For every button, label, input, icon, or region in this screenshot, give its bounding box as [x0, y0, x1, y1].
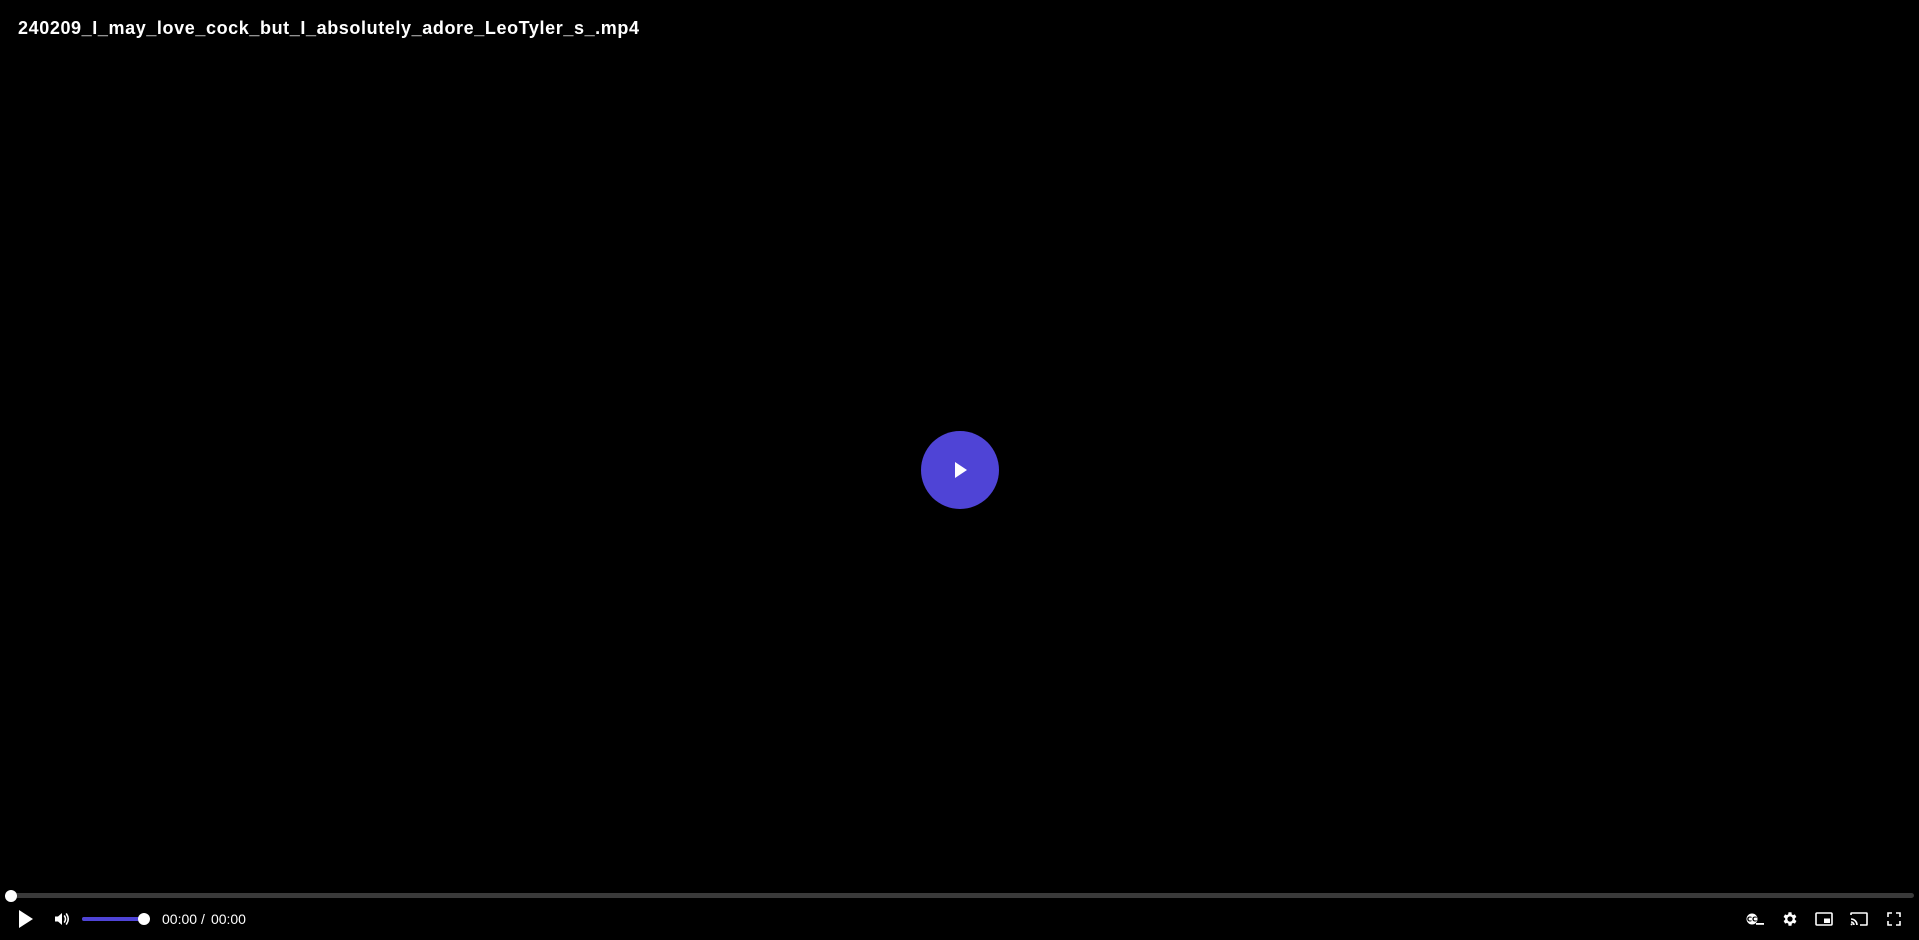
captions-icon: CC: [1746, 913, 1764, 925]
big-play-button[interactable]: [921, 431, 999, 509]
mute-button[interactable]: [50, 904, 74, 934]
play-button[interactable]: [14, 904, 38, 934]
gear-icon: [1783, 912, 1797, 926]
seek-bar[interactable]: [5, 889, 1914, 902]
volume-slider[interactable]: [82, 913, 150, 925]
time-separator: /: [201, 911, 205, 927]
volume-slider-fill: [82, 917, 144, 921]
time-display: 00:00/00:00: [162, 911, 246, 927]
cast-button[interactable]: [1846, 904, 1872, 934]
fullscreen-button[interactable]: [1881, 904, 1907, 934]
volume-slider-handle[interactable]: [138, 913, 150, 925]
current-time: 00:00: [162, 911, 198, 927]
picture-in-picture-icon: [1815, 912, 1833, 926]
cast-icon: [1850, 912, 1868, 926]
volume-icon: [55, 913, 70, 925]
video-player[interactable]: 240209_I_may_love_cock_but_I_absolutely_…: [0, 0, 1919, 940]
duration: 00:00: [210, 911, 246, 927]
control-bar: 00:00/00:00 CC: [0, 904, 1919, 934]
settings-button[interactable]: [1777, 904, 1803, 934]
picture-in-picture-button[interactable]: [1811, 904, 1837, 934]
seek-bar-handle[interactable]: [5, 889, 17, 902]
svg-text:CC: CC: [1747, 916, 1757, 924]
fullscreen-icon: [1887, 912, 1901, 926]
video-title: 240209_I_may_love_cock_but_I_absolutely_…: [18, 18, 640, 38]
play-icon: [955, 462, 967, 478]
captions-button[interactable]: CC: [1742, 904, 1768, 934]
play-icon: [19, 910, 33, 928]
